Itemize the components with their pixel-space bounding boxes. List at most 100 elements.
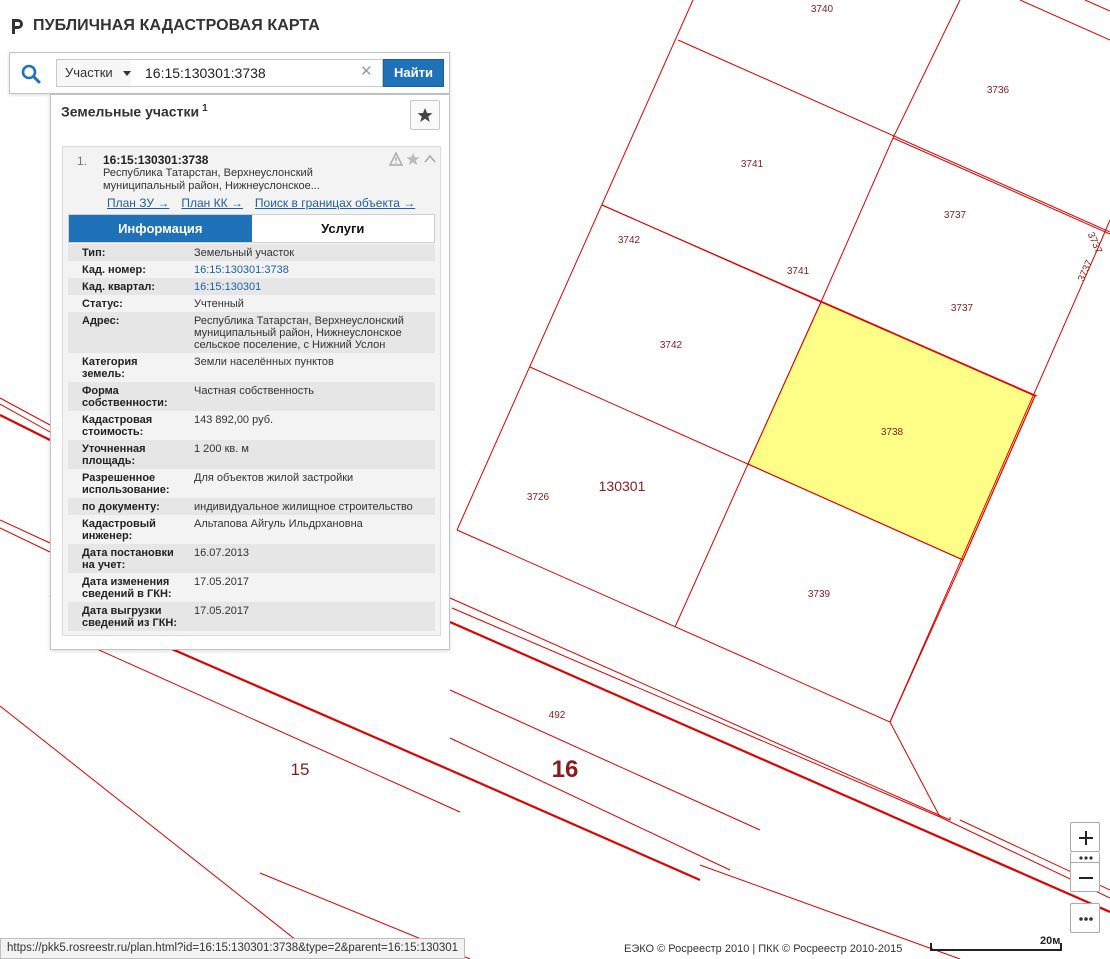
table-row: Тип: Земельный участок xyxy=(68,244,435,261)
scale-label: 20м xyxy=(1040,935,1061,947)
more-tools-button[interactable] xyxy=(1070,903,1100,933)
info-key: Дата постановки на учет: xyxy=(68,544,188,573)
info-key: Разрешенное использование: xyxy=(68,469,188,498)
info-value: 16.07.2013 xyxy=(188,544,435,573)
warning-icon[interactable] xyxy=(388,151,404,166)
search-type-dropdown[interactable]: Участки xyxy=(56,59,138,87)
info-value: 1 200 кв. м xyxy=(188,440,435,469)
info-key: Статус: xyxy=(68,295,188,312)
result-address: Республика Татарстан, Верхнеуслонский му… xyxy=(103,167,320,192)
status-url: https://pkk5.rosreestr.ru/plan.html?id=1… xyxy=(0,938,466,959)
info-value: 17.05.2017 xyxy=(188,602,435,631)
parcel-label: 3742 xyxy=(660,340,683,351)
find-button[interactable]: Найти xyxy=(383,59,444,87)
table-row: Кадастровая стоимость: 143 892,00 руб. xyxy=(68,411,435,440)
search-input[interactable] xyxy=(131,59,383,87)
cad-quarter-link[interactable]: 16:15:130301 xyxy=(188,278,435,295)
zoom-in-button[interactable] xyxy=(1070,822,1100,852)
result-cad-number[interactable]: 16:15:130301:3738 xyxy=(103,153,208,167)
table-row: по документу: индивидуальное жилищное стр… xyxy=(68,498,435,515)
plan-kk-link[interactable]: План КК → xyxy=(181,196,243,210)
result-index: 1. xyxy=(77,154,88,168)
info-key: Тип: xyxy=(68,244,188,261)
table-row: Уточненная площадь: 1 200 кв. м xyxy=(68,440,435,469)
info-key: Категория земель: xyxy=(68,353,188,382)
result-actions xyxy=(388,151,437,166)
star-icon xyxy=(417,108,433,122)
parcel-label: 3726 xyxy=(527,492,550,503)
search-icon[interactable] xyxy=(20,63,42,85)
info-table: Тип: Земельный участок Кад. номер: 16:15:1… xyxy=(68,244,435,631)
parcel-label: 3739 xyxy=(808,589,831,600)
table-row: Кад. квартал: 16:15:130301 xyxy=(68,278,435,295)
results-heading-text: Земельные участки xyxy=(61,103,200,120)
info-value: 17.05.2017 xyxy=(188,573,435,602)
parcel-label: 3742 xyxy=(618,235,641,246)
info-value: Земельный участок xyxy=(188,244,435,261)
parcel-label: 3737 xyxy=(1085,231,1104,256)
chevron-down-icon xyxy=(123,71,131,76)
info-key: Кадастровая стоимость: xyxy=(68,411,188,440)
info-key: Дата выгрузки сведений из ГКН: xyxy=(68,602,188,631)
info-value: Республика Татарстан, Верхнеуслонский му… xyxy=(188,312,435,353)
info-value: Земли населённых пунктов xyxy=(188,353,435,382)
info-key: Адрес: xyxy=(68,312,188,353)
results-count: 1 xyxy=(202,103,208,114)
info-value: 143 892,00 руб. xyxy=(188,411,435,440)
parcel-label: 3737 xyxy=(944,210,967,221)
app-title: ПУБЛИЧНАЯ КАДАСТРОВАЯ КАРТА xyxy=(33,17,320,34)
info-value: Для объектов жилой застройки xyxy=(188,469,435,498)
info-key: Дата изменения сведений в ГКН: xyxy=(68,573,188,602)
table-row: Форма собственности: Частная собственност… xyxy=(68,382,435,411)
parcel-label: 3737 xyxy=(951,303,974,314)
star-icon[interactable] xyxy=(406,152,420,166)
info-value: индивидуальное жилищное строительство xyxy=(188,498,435,515)
info-key: Форма собственности: xyxy=(68,382,188,411)
more-icon xyxy=(1079,917,1093,921)
info-key: Кад. номер: xyxy=(68,261,188,278)
zoom-out-button[interactable] xyxy=(1070,862,1100,892)
table-row: Категория земель: Земли населённых пункто… xyxy=(68,353,435,382)
search-in-bounds-link[interactable]: Поиск в границах объекта → xyxy=(255,196,415,210)
map-viewport[interactable]: 3740 3736 3741 3737 3742 3741 3737 3737 … xyxy=(0,0,1110,959)
plus-icon xyxy=(1079,831,1093,845)
cad-number-link[interactable]: 16:15:130301:3738 xyxy=(188,261,435,278)
info-key: Кадастровый инженер: xyxy=(68,515,188,544)
tab-services[interactable]: Услуги xyxy=(251,215,434,242)
parcel-label: 492 xyxy=(549,710,566,721)
info-value: Учтенный xyxy=(188,295,435,312)
parcel-label: 3736 xyxy=(987,85,1010,96)
parcel-label: 3738 xyxy=(881,427,904,438)
search-type-label: Участки xyxy=(65,65,113,80)
table-row: Разрешенное использование: Для объектов ж… xyxy=(68,469,435,498)
chevron-up-icon[interactable] xyxy=(423,152,437,166)
search-bar: Участки ✕ Найти xyxy=(9,52,450,94)
results-panel: Земельные участки 1 1. 16:15:130301:3738 … xyxy=(50,94,450,650)
attribution: ЕЭКО © Росреестр 2010 | ПКК © Росреестр … xyxy=(624,943,903,955)
table-row: Дата постановки на учет: 16.07.2013 xyxy=(68,544,435,573)
table-row: Кадастровый инженер: Альтапова Айгуль Иль… xyxy=(68,515,435,544)
rosreestr-logo-icon xyxy=(12,18,23,34)
table-row: Адрес: Республика Татарстан, Верхнеуслонс… xyxy=(68,312,435,353)
district-label: 16 xyxy=(552,756,579,783)
tab-info[interactable]: Информация xyxy=(69,215,252,242)
quarter-label: 130301 xyxy=(599,478,646,494)
favorites-button[interactable] xyxy=(410,100,440,130)
table-row: Статус: Учтенный xyxy=(68,295,435,312)
parcel-label: 3737 xyxy=(1076,258,1095,283)
info-value: Частная собственность xyxy=(188,382,435,411)
info-key: по документу: xyxy=(68,498,188,515)
result-card[interactable]: 1. 16:15:130301:3738 Республика Татарста… xyxy=(62,146,441,636)
info-key: Уточненная площадь: xyxy=(68,440,188,469)
results-heading: Земельные участки 1 xyxy=(61,103,208,120)
parcel-label: 3740 xyxy=(811,4,834,15)
result-tabs: Информация Услуги xyxy=(68,214,435,243)
parcel-label: 3741 xyxy=(741,159,764,170)
info-value: Альтапова Айгуль Ильдрхановна xyxy=(188,515,435,544)
table-row: Кад. номер: 16:15:130301:3738 xyxy=(68,261,435,278)
parcel-label: 3741 xyxy=(787,266,810,277)
clear-search-icon[interactable]: ✕ xyxy=(360,64,373,79)
result-links: План ЗУ → План КК → Поиск в границах объ… xyxy=(107,196,415,210)
minus-icon xyxy=(1079,877,1093,879)
plan-zu-link[interactable]: План ЗУ → xyxy=(107,196,169,210)
